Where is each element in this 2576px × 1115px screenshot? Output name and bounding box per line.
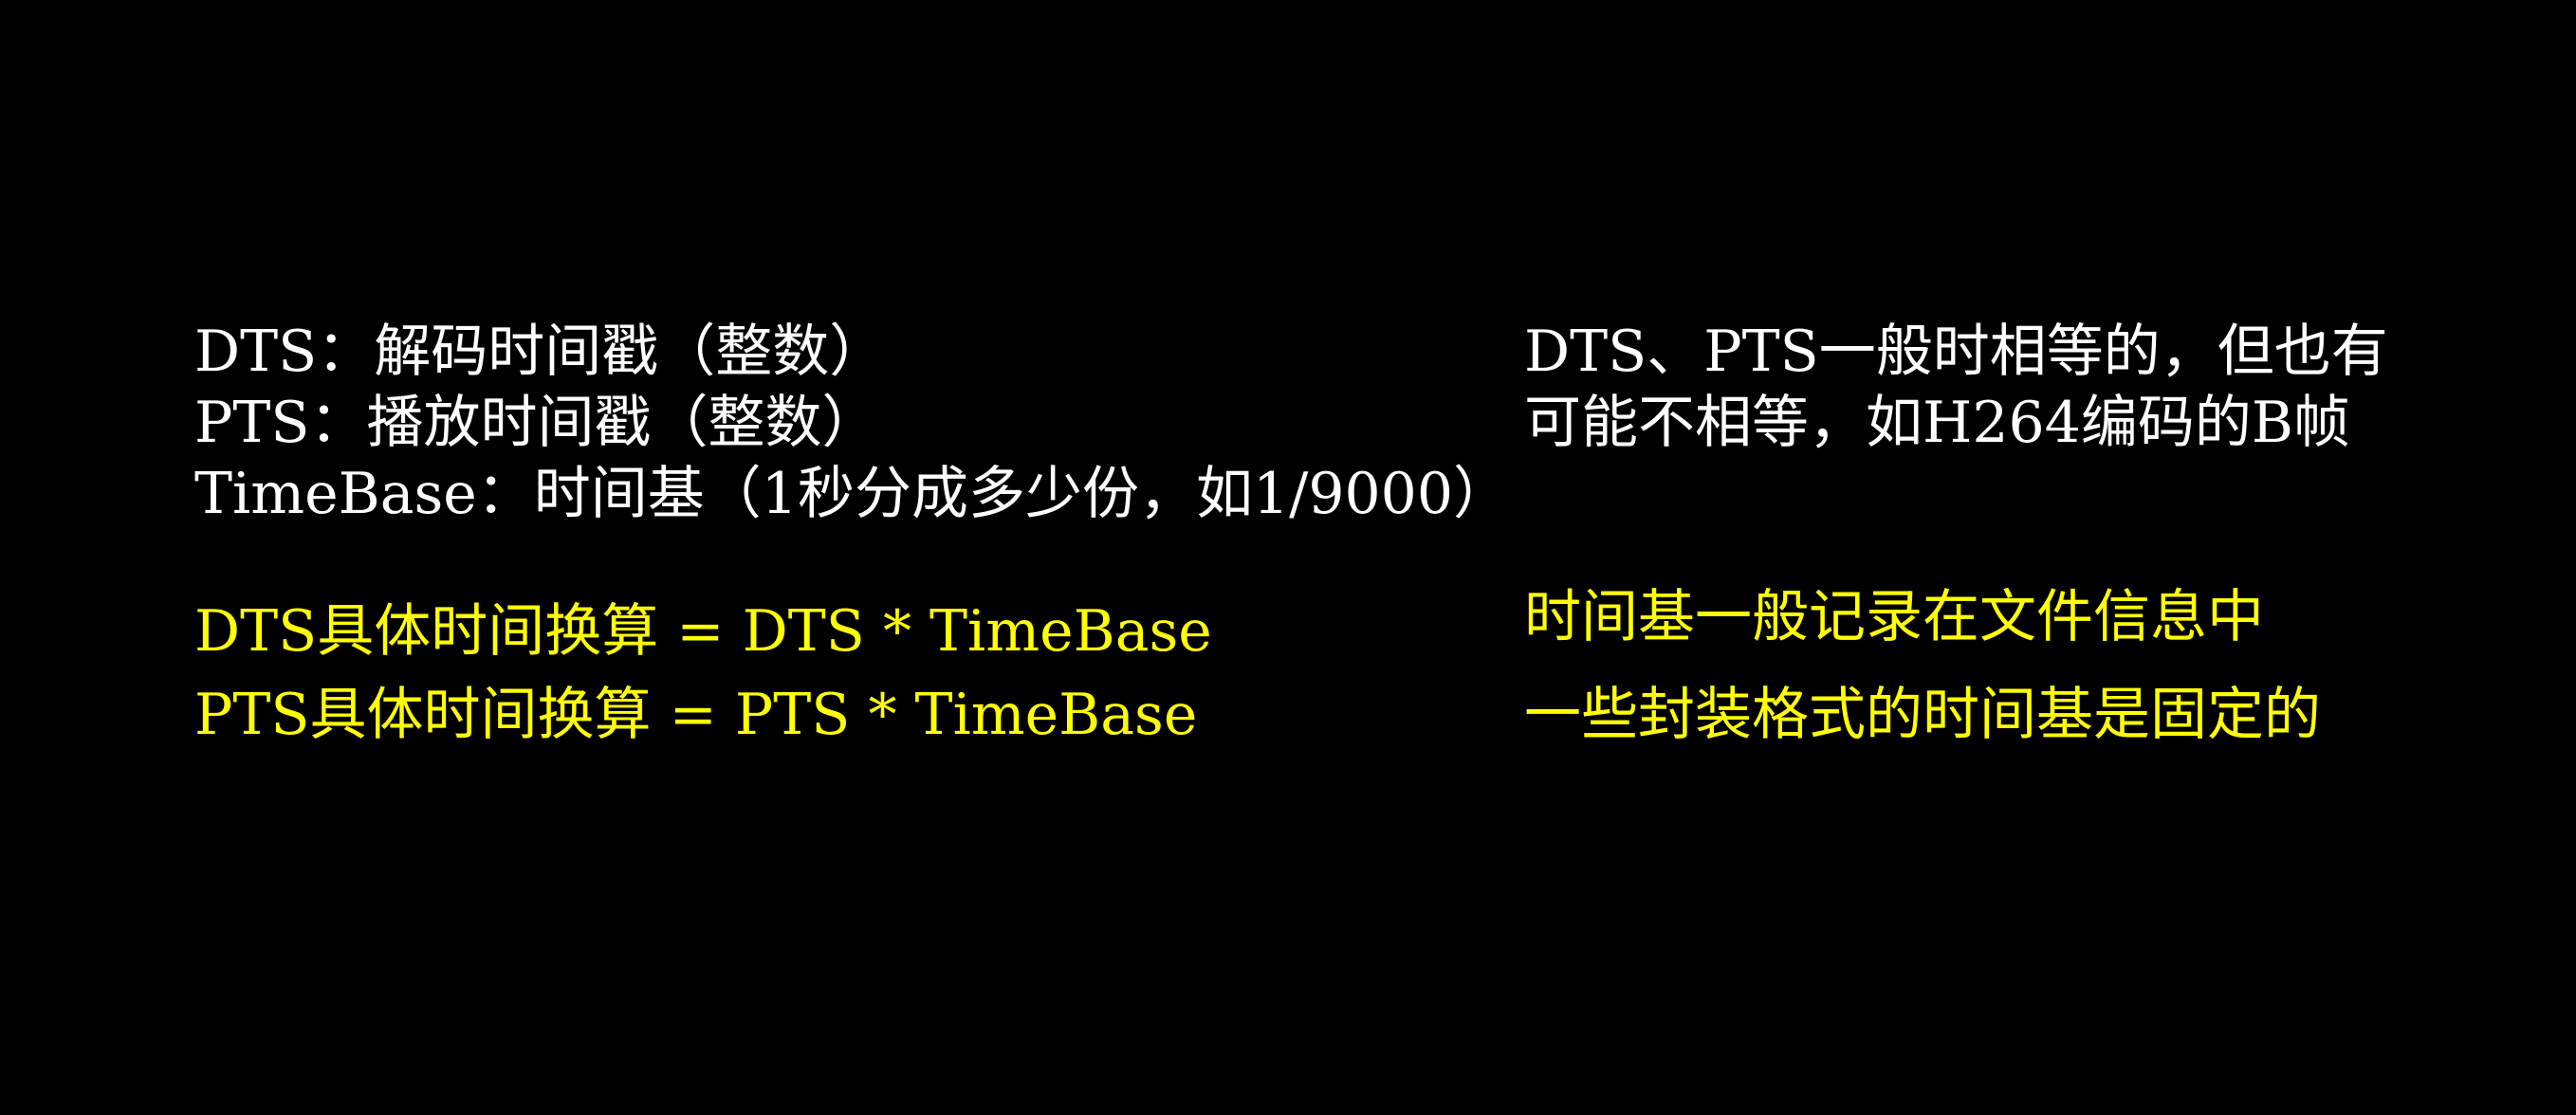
pts-definition: PTS：播放时间戳（整数） <box>194 390 879 456</box>
timebase-note-line-2: 一些封装格式的时间基是固定的 <box>1524 682 2321 748</box>
pts-formula: PTS具体时间换算 = PTS * TimeBase <box>194 682 1198 748</box>
dts-formula: DTS具体时间换算 = DTS * TimeBase <box>194 598 1212 665</box>
dts-pts-note-line-2: 可能不相等，如H264编码的B帧 <box>1524 390 2350 456</box>
slide: DTS：解码时间戳（整数） PTS：播放时间戳（整数） TimeBase：时间基… <box>0 0 2576 1115</box>
dts-definition: DTS：解码时间戳（整数） <box>194 319 887 385</box>
timebase-definition: TimeBase：时间基（1秒分成多少份，如1/9000） <box>194 461 1511 527</box>
dts-pts-note-line-1: DTS、PTS一般时相等的，但也有 <box>1524 319 2388 385</box>
timebase-note-line-1: 时间基一般记录在文件信息中 <box>1524 584 2264 650</box>
